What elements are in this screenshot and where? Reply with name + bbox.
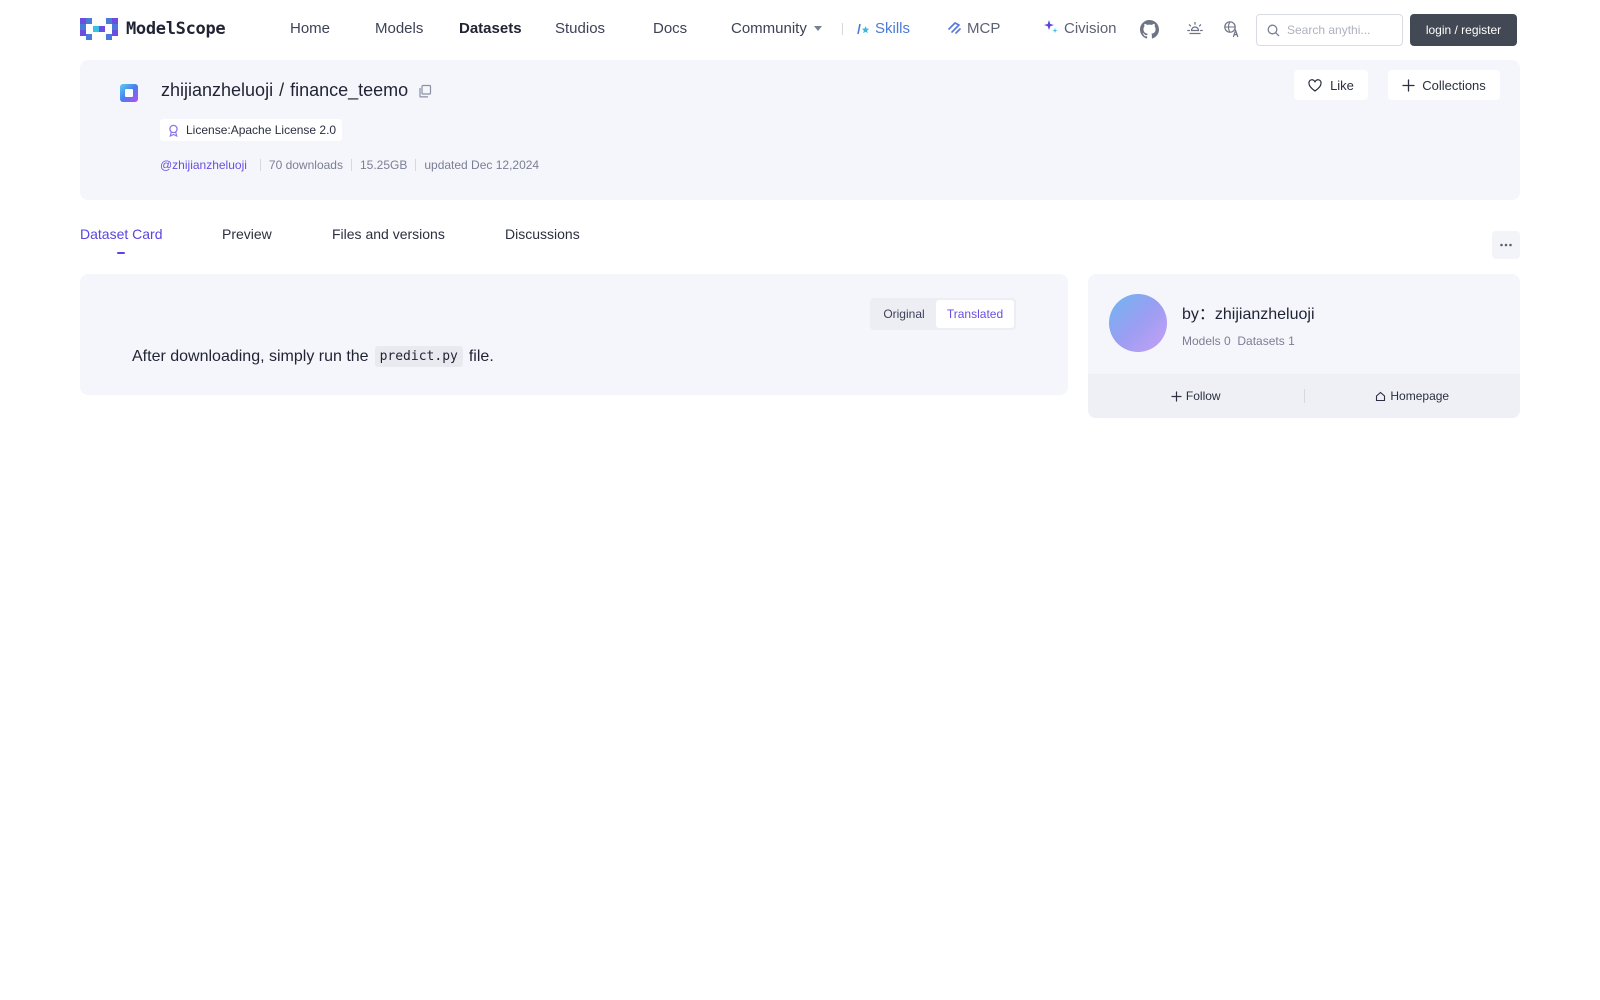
- nav-civision[interactable]: Civision: [1043, 18, 1117, 40]
- ellipsis-icon: [1500, 243, 1512, 247]
- license-badge[interactable]: License:Apache License 2.0: [160, 119, 343, 141]
- readme-text-after: file.: [468, 347, 494, 365]
- heart-icon: [1308, 78, 1322, 92]
- nav-models[interactable]: Models: [375, 18, 423, 40]
- tab-discussions[interactable]: Discussions: [505, 226, 580, 242]
- collections-label: Collections: [1422, 77, 1486, 93]
- download-count: 70 downloads: [268, 158, 343, 172]
- github-icon[interactable]: [1138, 18, 1160, 40]
- like-label: Like: [1330, 77, 1354, 93]
- sparkle-icon: [1043, 19, 1059, 42]
- tab-dataset-card[interactable]: Dataset Card: [80, 226, 162, 242]
- search-icon: [1267, 24, 1280, 36]
- author-name[interactable]: by：zhijianzheluoji: [1182, 300, 1315, 324]
- dataset-name: finance_teemo: [290, 80, 409, 100]
- dataset-owner-link[interactable]: zhijianzheluoji: [161, 80, 273, 101]
- author-counts: Models 0 Datasets 1: [1182, 334, 1295, 348]
- title-separator: /: [279, 80, 285, 100]
- author-actions: Follow Homepage: [1088, 374, 1520, 418]
- nav-datasets[interactable]: Datasets: [459, 18, 522, 40]
- toggle-original[interactable]: Original: [872, 300, 936, 328]
- license-award-icon: [169, 124, 178, 137]
- plus-icon: [1402, 78, 1415, 92]
- more-options-button[interactable]: [1492, 231, 1520, 259]
- home-icon: [1376, 391, 1386, 401]
- meta-divider: [350, 159, 352, 171]
- collections-button[interactable]: Collections: [1388, 70, 1500, 100]
- nav-civision-label: Civision: [1064, 20, 1117, 37]
- nav-studios[interactable]: Studios: [555, 18, 605, 40]
- models-count: Models 0: [1182, 334, 1231, 348]
- dataset-avatar-icon: [120, 84, 138, 102]
- theme-toggle-sun-icon[interactable]: [1184, 18, 1206, 40]
- updated-date: updated Dec 12,2024: [424, 158, 540, 172]
- language-switch-icon[interactable]: [1221, 18, 1243, 40]
- author-avatar[interactable]: [1109, 294, 1167, 352]
- skills-icon: [857, 20, 870, 42]
- top-navigation: ModelScope Home Models Datasets Studios …: [0, 0, 1600, 58]
- nav-home[interactable]: Home: [290, 18, 330, 40]
- author-handle-link[interactable]: @zhijianzheluoji: [160, 158, 247, 172]
- logo-wordmark: ModelScope: [126, 19, 226, 39]
- dataset-meta: @zhijianzheluoji 70 downloads 15.25GB up…: [160, 158, 539, 172]
- toggle-translated[interactable]: Translated: [936, 300, 1014, 328]
- nav-divider: [842, 23, 843, 35]
- translation-toggle: Original Translated: [870, 298, 1016, 330]
- like-button[interactable]: Like: [1294, 70, 1368, 100]
- datasets-count: Datasets 1: [1237, 334, 1295, 348]
- dataset-size: 15.25GB: [359, 158, 408, 172]
- homepage-label: Homepage: [1390, 389, 1450, 403]
- nav-skills[interactable]: Skills: [857, 18, 910, 40]
- tab-preview[interactable]: Preview: [222, 226, 272, 242]
- plus-icon: [1171, 390, 1182, 402]
- nav-mcp-label: MCP: [967, 20, 1001, 37]
- dataset-card-content: Original Translated After downloading, s…: [80, 274, 1068, 395]
- logo-mark-icon: [80, 18, 118, 40]
- readme-text-before: After downloading, simply run the: [132, 347, 369, 365]
- nav-skills-label: Skills: [875, 20, 911, 37]
- active-tab-indicator: [117, 252, 125, 254]
- follow-label: Follow: [1185, 389, 1221, 403]
- copy-icon[interactable]: [418, 84, 432, 98]
- nav-mcp[interactable]: MCP: [947, 18, 1000, 40]
- chevron-down-icon: [813, 26, 822, 31]
- search-box[interactable]: [1256, 14, 1403, 46]
- nav-community[interactable]: Community: [731, 18, 822, 40]
- modelscope-logo[interactable]: ModelScope: [80, 18, 226, 40]
- homepage-button[interactable]: Homepage: [1305, 389, 1521, 403]
- nav-community-label: Community: [731, 20, 807, 37]
- author-card: by：zhijianzheluoji Models 0 Datasets 1 F…: [1088, 274, 1520, 418]
- search-input[interactable]: [1287, 23, 1387, 37]
- readme-code: predict.py: [374, 346, 463, 367]
- meta-divider: [259, 159, 261, 171]
- mcp-icon: [947, 20, 962, 42]
- dataset-header-card: zhijianzheluoji / finance_teemo License:…: [80, 60, 1520, 200]
- license-text: License:Apache License 2.0: [186, 123, 337, 137]
- tab-files-and-versions[interactable]: Files and versions: [332, 226, 445, 242]
- meta-divider: [415, 159, 417, 171]
- dataset-title: zhijianzheluoji / finance_teemo: [161, 80, 432, 101]
- follow-button[interactable]: Follow: [1088, 389, 1304, 403]
- nav-docs[interactable]: Docs: [653, 18, 687, 40]
- login-register-button[interactable]: login / register: [1410, 14, 1517, 46]
- readme-text: After downloading, simply run the predic…: [132, 346, 494, 367]
